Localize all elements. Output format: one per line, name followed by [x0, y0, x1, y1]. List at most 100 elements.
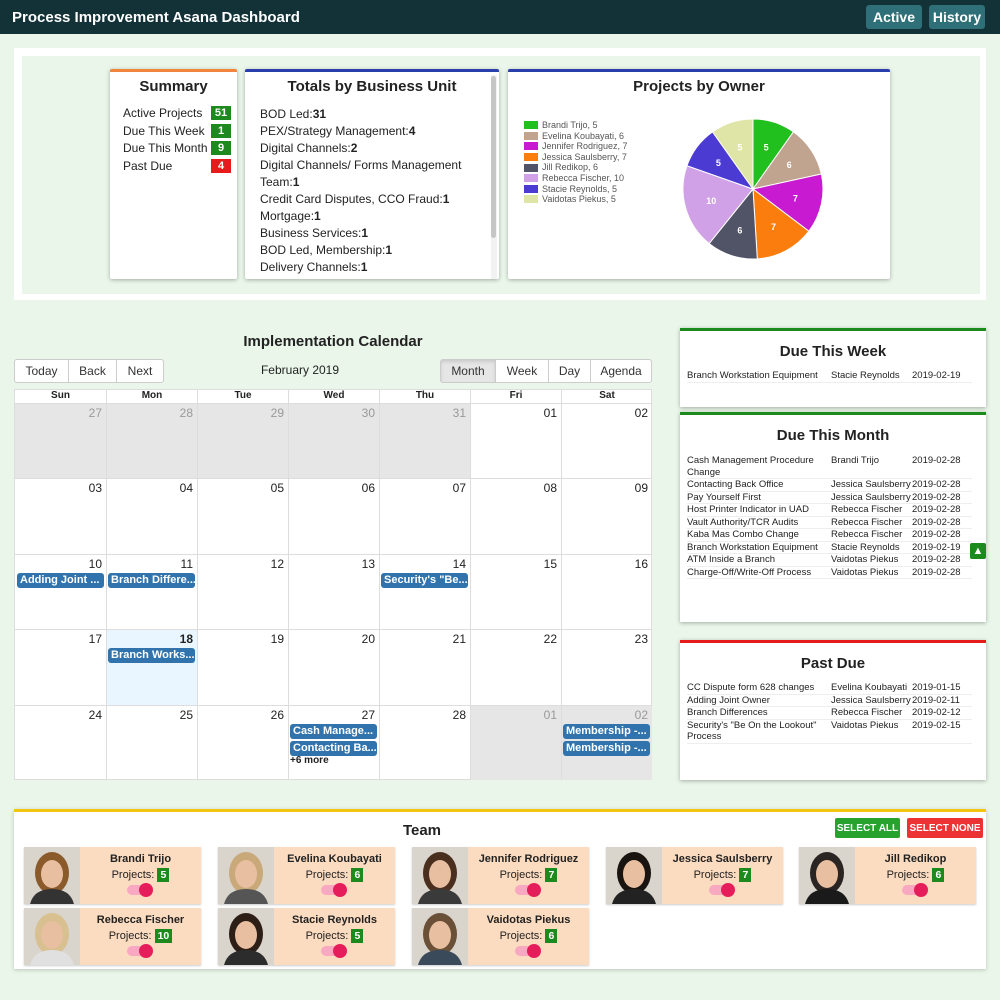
- calendar-date-number[interactable]: 28: [180, 406, 193, 420]
- calendar-day-cell[interactable]: 15: [470, 553, 561, 630]
- toggle-knob[interactable]: [527, 944, 541, 958]
- project-row[interactable]: Branch Workstation Equipment Stacie Reyno…: [687, 370, 972, 383]
- month-view-button[interactable]: Month: [440, 359, 496, 383]
- calendar-day-cell[interactable]: 01: [470, 704, 561, 780]
- calendar-day-cell[interactable]: 22: [470, 629, 561, 705]
- calendar-date-number[interactable]: 12: [271, 557, 284, 571]
- calendar-date-number[interactable]: 05: [271, 481, 284, 495]
- calendar-date-number[interactable]: 02: [635, 708, 648, 722]
- calendar-day-cell[interactable]: 13: [288, 553, 379, 630]
- calendar-day-cell[interactable]: 23: [561, 629, 652, 705]
- more-events-link[interactable]: +6 more: [290, 755, 329, 766]
- member-toggle[interactable]: [321, 883, 347, 897]
- calendar-date-number[interactable]: 14: [453, 557, 466, 571]
- project-row[interactable]: Branch Workstation Equipment Stacie Reyno…: [687, 541, 972, 554]
- team-member-card[interactable]: Vaidotas Piekus Projects: 6: [412, 908, 589, 965]
- calendar-day-cell[interactable]: 07: [379, 478, 470, 554]
- calendar-day-cell[interactable]: 28: [106, 403, 197, 479]
- calendar-day-cell[interactable]: 26: [197, 704, 288, 780]
- team-member-card[interactable]: Jessica Saulsberry Projects: 7: [606, 847, 783, 904]
- project-row[interactable]: ATM Inside a Branch Vaidotas Piekus 2019-0…: [687, 553, 972, 567]
- calendar-date-number[interactable]: 25: [180, 708, 193, 722]
- calendar-day-cell[interactable]: 14: [379, 553, 470, 630]
- back-button[interactable]: Back: [68, 359, 117, 383]
- calendar-date-number[interactable]: 03: [89, 481, 102, 495]
- calendar-day-cell[interactable]: 02: [561, 403, 652, 479]
- calendar-event[interactable]: Branch Works...: [108, 648, 195, 664]
- toggle-knob[interactable]: [721, 883, 735, 897]
- calendar-date-number[interactable]: 28: [453, 708, 466, 722]
- team-member-card[interactable]: Jill Redikop Projects: 6: [799, 847, 976, 904]
- history-button[interactable]: History: [929, 5, 985, 29]
- calendar-day-cell[interactable]: 29: [197, 403, 288, 479]
- calendar-day-cell[interactable]: 03: [15, 478, 106, 553]
- calendar-date-number[interactable]: 06: [362, 481, 375, 495]
- project-row[interactable]: CC Dispute form 628 changes Evelina Kouba…: [687, 682, 972, 695]
- calendar-day-cell[interactable]: 20: [288, 629, 379, 705]
- member-toggle[interactable]: [127, 883, 153, 897]
- calendar-day-cell[interactable]: 08: [470, 478, 561, 554]
- calendar-day-cell[interactable]: 01: [470, 403, 561, 479]
- calendar-date-number[interactable]: 15: [544, 557, 557, 571]
- calendar-day-cell[interactable]: 05: [197, 478, 288, 554]
- calendar-date-number[interactable]: 16: [635, 557, 648, 571]
- calendar-day-cell[interactable]: 27: [15, 403, 106, 479]
- project-row[interactable]: Charge-Off/Write-Off Process Vaidotas Pie…: [687, 566, 972, 579]
- toggle-knob[interactable]: [139, 944, 153, 958]
- toggle-knob[interactable]: [333, 883, 347, 897]
- team-member-card[interactable]: Evelina Koubayati Projects: 6: [218, 847, 395, 904]
- calendar-date-number[interactable]: 04: [180, 481, 193, 495]
- calendar-event[interactable]: Cash Manage...: [290, 723, 377, 739]
- calendar-date-number[interactable]: 08: [544, 481, 557, 495]
- member-toggle[interactable]: [321, 944, 347, 958]
- team-member-card[interactable]: Stacie Reynolds Projects: 5: [218, 908, 395, 965]
- project-row[interactable]: Host Printer Indicator in UAD Rebecca Fis…: [687, 503, 972, 517]
- calendar-date-number[interactable]: 01: [544, 708, 557, 722]
- calendar-event[interactable]: Security's "Be...: [381, 572, 468, 588]
- calendar-date-number[interactable]: 27: [89, 406, 102, 420]
- team-member-card[interactable]: Jennifer Rodriguez Projects: 7: [412, 847, 589, 904]
- toggle-knob[interactable]: [914, 883, 928, 897]
- calendar-day-cell[interactable]: 04: [106, 478, 197, 554]
- project-row[interactable]: Adding Joint Owner Jessica Saulsberry 2019…: [687, 694, 972, 707]
- team-member-card[interactable]: Brandi Trijo Projects: 5: [24, 847, 201, 904]
- calendar-day-cell[interactable]: 10: [15, 553, 106, 629]
- calendar-date-number[interactable]: 24: [89, 708, 102, 722]
- project-row[interactable]: Branch Differences Rebecca Fischer 2019-02…: [687, 706, 972, 720]
- calendar-day-cell[interactable]: 28: [379, 704, 470, 780]
- member-toggle[interactable]: [902, 883, 928, 897]
- select-none-button[interactable]: SELECT NONE: [907, 818, 983, 838]
- today-button[interactable]: Today: [14, 359, 69, 383]
- project-row[interactable]: Security's "Be On the Lookout" Process Va…: [687, 719, 972, 744]
- calendar-event[interactable]: Membership -...: [563, 723, 650, 739]
- calendar-day-cell[interactable]: 21: [379, 629, 470, 705]
- calendar-day-cell[interactable]: 06: [288, 478, 379, 554]
- calendar-date-number[interactable]: 19: [271, 632, 284, 646]
- toggle-knob[interactable]: [333, 944, 347, 958]
- calendar-event[interactable]: Membership -...: [563, 740, 650, 756]
- member-toggle[interactable]: [515, 883, 541, 897]
- calendar-event[interactable]: Contacting Ba...: [290, 740, 377, 756]
- calendar-date-number[interactable]: 30: [362, 406, 375, 420]
- calendar-event[interactable]: Branch Differe...: [108, 572, 195, 588]
- toggle-knob[interactable]: [527, 883, 541, 897]
- calendar-day-cell[interactable]: 12: [197, 553, 288, 630]
- calendar-date-number[interactable]: 23: [635, 632, 648, 646]
- calendar-date-number[interactable]: 22: [544, 632, 557, 646]
- calendar-date-number[interactable]: 20: [362, 632, 375, 646]
- calendar-day-cell[interactable]: 19: [197, 629, 288, 705]
- calendar-day-cell[interactable]: 16: [561, 553, 652, 630]
- calendar-day-cell[interactable]: 30: [288, 403, 379, 479]
- calendar-date-number[interactable]: 07: [453, 481, 466, 495]
- calendar-date-number[interactable]: 09: [635, 481, 648, 495]
- calendar-day-cell[interactable]: 09: [561, 478, 652, 554]
- member-toggle[interactable]: [709, 883, 735, 897]
- totals-scrollbar-thumb[interactable]: [491, 76, 496, 238]
- project-row[interactable]: Pay Yourself First Jessica Saulsberry 2019…: [687, 491, 972, 504]
- day-view-button[interactable]: Day: [548, 359, 591, 383]
- calendar-day-cell[interactable]: 31: [379, 403, 470, 479]
- calendar-day-cell[interactable]: 17: [15, 629, 106, 704]
- agenda-view-button[interactable]: Agenda: [590, 359, 652, 383]
- member-toggle[interactable]: [127, 944, 153, 958]
- calendar-date-number[interactable]: 31: [453, 406, 466, 420]
